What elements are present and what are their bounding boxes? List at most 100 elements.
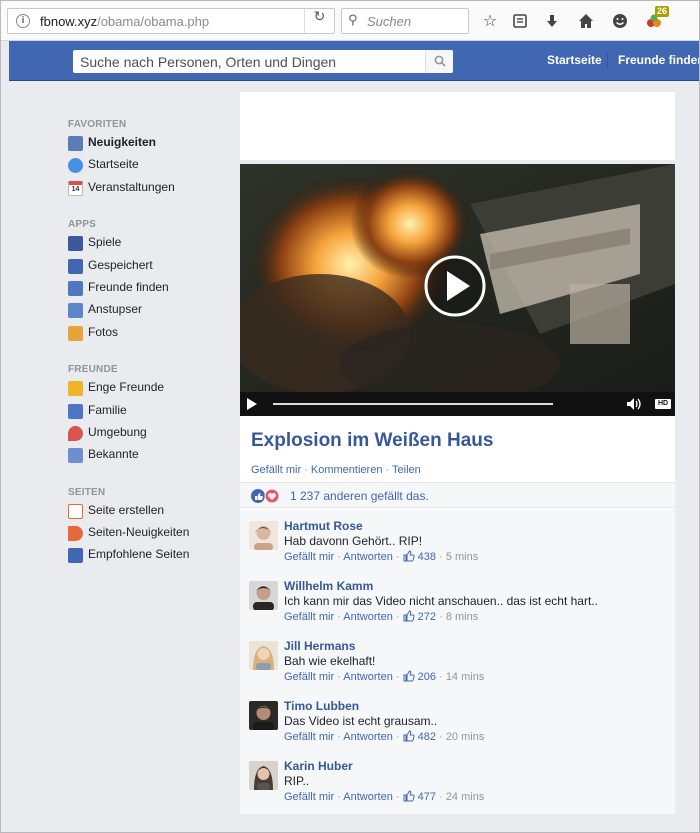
thumbs-up-icon[interactable] <box>403 730 415 742</box>
reaction-icons[interactable] <box>250 488 280 504</box>
location-pin-icon <box>68 425 83 441</box>
thumbs-up-icon[interactable] <box>403 790 415 802</box>
comment-author[interactable]: Jill Hermans <box>284 639 355 653</box>
apps-section: APPS Spiele Gespeichert Freunde finden A… <box>68 219 238 347</box>
reactions-bar: 1 237 anderen gefällt das. <box>240 482 675 508</box>
site-info-icon[interactable]: i <box>16 14 30 28</box>
comment-like-link[interactable]: Gefällt mir <box>284 611 334 623</box>
sidebar-item-nearby[interactable]: Umgebung <box>68 425 238 447</box>
avatar[interactable] <box>249 581 278 610</box>
sidebar-item-news-feed[interactable]: Neuigkeiten <box>68 135 238 157</box>
comment-item: Karin Huber RIP.. Gefällt mir · Antworte… <box>240 753 675 811</box>
sidebar-item-games[interactable]: Spiele <box>68 235 238 257</box>
comment-like-link[interactable]: Gefällt mir <box>284 731 334 743</box>
avatar[interactable] <box>249 761 278 790</box>
comments-section: Hartmut Rose Hab davonn Gehört.. RIP! Ge… <box>240 509 675 814</box>
browser-search-field[interactable]: ⚲ Suchen <box>341 8 469 34</box>
search-icon <box>434 55 446 67</box>
nav-home-link[interactable]: Startseite <box>547 53 602 67</box>
sidebar-item-create-page[interactable]: Seite erstellen <box>68 503 238 525</box>
reading-list-icon[interactable] <box>509 10 531 32</box>
comment-author[interactable]: Karin Huber <box>284 759 353 773</box>
comment-item: Jill Hermans Bah wie ekelhaft! Gefällt m… <box>240 633 675 691</box>
pages-section: SEITEN Seite erstellen Seiten-Neuigkeite… <box>68 487 238 570</box>
extension-badge: 26 <box>655 6 670 17</box>
thumbs-up-icon[interactable] <box>403 550 415 562</box>
comment-like-count: 482 <box>417 731 437 743</box>
volume-icon[interactable] <box>626 397 642 411</box>
sidebar-item-startseite[interactable]: Startseite <box>68 157 238 179</box>
thumbs-up-icon[interactable] <box>403 610 415 622</box>
like-link[interactable]: Gefällt mir <box>251 464 301 476</box>
post-title[interactable]: Explosion im Weißen Haus <box>251 430 493 452</box>
comment-like-link[interactable]: Gefällt mir <box>284 671 334 683</box>
address-bar[interactable]: i fbnow.xyz/obama/obama.php ↻ <box>7 8 335 34</box>
comment-text: Ich kann mir das Video nicht anschauen..… <box>284 594 598 608</box>
share-link[interactable]: Teilen <box>392 464 421 476</box>
sidebar-item-find-friends[interactable]: Freunde finden <box>68 280 238 302</box>
video-progress-bar[interactable] <box>273 403 553 405</box>
avatar[interactable] <box>249 521 278 550</box>
sidebar-item-pokes[interactable]: Anstupser <box>68 302 238 324</box>
section-title-pages: SEITEN <box>68 486 106 498</box>
comment-time: 20 mins <box>445 731 485 743</box>
browser-window: i fbnow.xyz/obama/obama.php ↻ ⚲ Suchen ☆ <box>0 0 700 833</box>
avatar[interactable] <box>249 701 278 730</box>
video-thumbnail <box>240 164 675 404</box>
comment-reply-link[interactable]: Antworten <box>343 611 393 623</box>
home-icon[interactable] <box>575 10 597 32</box>
sidebar-item-pages-feed[interactable]: Seiten-Neuigkeiten <box>68 525 238 547</box>
reload-icon[interactable]: ↻ <box>304 9 334 33</box>
comment-author[interactable]: Willhelm Kamm <box>284 579 373 593</box>
comment-like-link[interactable]: Gefällt mir <box>284 791 334 803</box>
sidebar-item-saved[interactable]: Gespeichert <box>68 258 238 280</box>
likes-count-text[interactable]: 1 237 anderen gefällt das. <box>290 489 429 503</box>
left-sidebar: FAVORITEN Neuigkeiten Startseite 14 Vera… <box>68 119 238 587</box>
megaphone-icon <box>68 526 83 542</box>
comment-reply-link[interactable]: Antworten <box>343 671 393 683</box>
comment-text: Bah wie ekelhaft! <box>284 654 376 668</box>
favorites-section: FAVORITEN Neuigkeiten Startseite 14 Vera… <box>68 119 238 202</box>
comment-like-count: 272 <box>417 611 437 623</box>
video-player[interactable]: HD <box>240 164 675 416</box>
sidebar-item-acquaintances[interactable]: Bekannte <box>68 447 238 469</box>
create-page-icon <box>68 503 83 519</box>
nav-find-friends-link[interactable]: Freunde finden <box>618 53 699 67</box>
fb-search-button[interactable] <box>425 50 453 73</box>
acquaintances-icon <box>68 448 83 464</box>
comment-text: RIP.. <box>284 774 310 788</box>
sidebar-item-events[interactable]: 14 Veranstaltungen <box>68 180 238 202</box>
comment-reply-link[interactable]: Antworten <box>343 551 393 563</box>
comment-author[interactable]: Timo Lubben <box>284 699 359 713</box>
downloads-icon[interactable] <box>541 10 563 32</box>
comment-time: 24 mins <box>445 791 485 803</box>
sidebar-item-close-friends[interactable]: Enge Freunde <box>68 380 238 402</box>
comment-time: 8 mins <box>445 611 479 623</box>
fb-search-input[interactable]: Suche nach Personen, Orten und Dingen <box>73 50 453 73</box>
avatar[interactable] <box>249 641 278 670</box>
sidebar-item-suggested-pages[interactable]: Empfohlene Seiten <box>68 547 238 569</box>
comment-meta: Gefällt mir · Antworten · 272 · 8 mins <box>284 610 479 623</box>
thumbs-up-icon <box>68 548 83 564</box>
smiley-icon[interactable] <box>609 10 631 32</box>
section-title-apps: APPS <box>68 219 97 231</box>
fb-header: Suche nach Personen, Orten und Dingen St… <box>9 41 699 81</box>
bookmark-icon <box>68 258 83 274</box>
calendar-icon: 14 <box>68 180 83 196</box>
sidebar-item-family[interactable]: Familie <box>68 403 238 425</box>
hd-icon[interactable]: HD <box>655 399 671 409</box>
comment-link[interactable]: Kommentieren <box>311 464 383 476</box>
sidebar-item-photos[interactable]: Fotos <box>68 325 238 347</box>
nav-divider <box>607 53 608 69</box>
news-feed-icon <box>68 136 83 151</box>
url-text[interactable]: fbnow.xyz/obama/obama.php <box>40 14 209 29</box>
comment-author[interactable]: Hartmut Rose <box>284 519 363 533</box>
top-empty-box <box>240 92 675 160</box>
thumbs-up-icon[interactable] <box>403 670 415 682</box>
comment-reply-link[interactable]: Antworten <box>343 791 393 803</box>
comment-meta: Gefällt mir · Antworten · 438 · 5 mins <box>284 550 479 563</box>
comment-like-link[interactable]: Gefällt mir <box>284 551 334 563</box>
comment-reply-link[interactable]: Antworten <box>343 731 393 743</box>
bookmark-star-icon[interactable]: ☆ <box>479 10 501 32</box>
play-icon[interactable] <box>245 397 259 411</box>
